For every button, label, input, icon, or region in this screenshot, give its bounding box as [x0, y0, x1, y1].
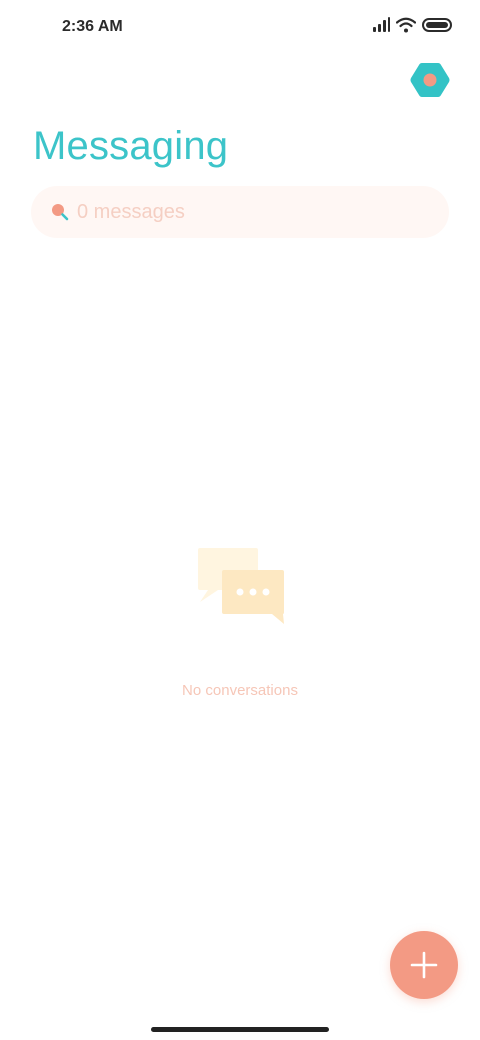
wifi-icon: [396, 17, 416, 33]
new-conversation-button[interactable]: [390, 931, 458, 999]
home-indicator[interactable]: [151, 1027, 329, 1032]
status-time: 2:36 AM: [62, 18, 123, 35]
search-icon: [52, 204, 69, 221]
search-input[interactable]: [77, 195, 427, 229]
messaging-screen: 2:36 AM Messaging 0 messages No conversa…: [0, 0, 480, 1040]
battery-icon: [422, 18, 452, 32]
chat-bubbles-icon: [198, 548, 284, 624]
gear-icon: [410, 63, 450, 97]
signal-icon: [373, 17, 390, 32]
status-bar: 2:36 AM: [0, 0, 480, 56]
search-bar[interactable]: [31, 186, 449, 238]
status-icons: [372, 17, 452, 33]
empty-state-text: No conversations: [182, 682, 298, 699]
settings-button[interactable]: [408, 60, 452, 100]
plus-icon: [410, 951, 438, 979]
page-title: Messaging: [33, 124, 229, 168]
